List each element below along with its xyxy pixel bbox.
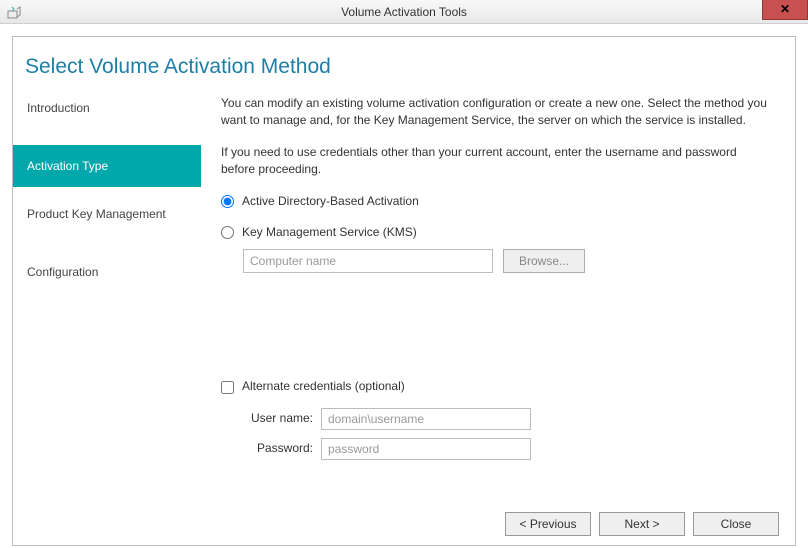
intro-text: You can modify an existing volume activa… — [221, 95, 773, 130]
wizard-main: You can modify an existing volume activa… — [201, 89, 795, 503]
username-label: User name: — [243, 410, 313, 427]
sidebar-item-product-key-management[interactable]: Product Key Management — [13, 199, 201, 229]
page-title: Select Volume Activation Method — [13, 37, 795, 89]
sidebar-item-introduction[interactable]: Introduction — [13, 93, 201, 123]
radio-adba[interactable]: Active Directory-Based Activation — [221, 193, 773, 210]
wizard-footer: < Previous Next > Close — [13, 503, 795, 545]
next-button[interactable]: Next > — [599, 512, 685, 536]
password-input[interactable] — [321, 438, 531, 460]
password-row: Password: — [243, 438, 773, 460]
kms-browse-button[interactable]: Browse... — [503, 249, 585, 273]
alt-creds-label: Alternate credentials (optional) — [242, 378, 405, 395]
app-icon — [6, 4, 22, 20]
password-label: Password: — [243, 440, 313, 457]
close-button[interactable]: Close — [693, 512, 779, 536]
previous-button[interactable]: < Previous — [505, 512, 591, 536]
alt-creds-checkbox-row[interactable]: Alternate credentials (optional) — [221, 378, 773, 395]
window-close-button[interactable]: ✕ — [762, 0, 808, 20]
wizard-body: Select Volume Activation Method Introduc… — [12, 36, 796, 546]
kms-computer-input[interactable] — [243, 249, 493, 273]
radio-kms-label: Key Management Service (KMS) — [242, 224, 417, 241]
sidebar-item-configuration[interactable]: Configuration — [13, 257, 201, 287]
titlebar: Volume Activation Tools ✕ — [0, 0, 808, 24]
radio-kms-input[interactable] — [221, 226, 234, 239]
username-row: User name: — [243, 408, 773, 430]
spacer — [221, 273, 773, 378]
alt-creds-checkbox[interactable] — [221, 381, 234, 394]
username-input[interactable] — [321, 408, 531, 430]
window-title: Volume Activation Tools — [0, 5, 808, 19]
close-icon: ✕ — [780, 2, 790, 16]
creds-hint-text: If you need to use credentials other tha… — [221, 144, 773, 179]
content-row: Introduction Activation Type Product Key… — [13, 89, 795, 503]
kms-subrow: Browse... — [243, 249, 773, 273]
sidebar-item-activation-type[interactable]: Activation Type — [13, 145, 201, 187]
wizard-sidebar: Introduction Activation Type Product Key… — [13, 89, 201, 503]
radio-adba-label: Active Directory-Based Activation — [242, 193, 419, 210]
radio-kms[interactable]: Key Management Service (KMS) — [221, 224, 773, 241]
radio-adba-input[interactable] — [221, 195, 234, 208]
